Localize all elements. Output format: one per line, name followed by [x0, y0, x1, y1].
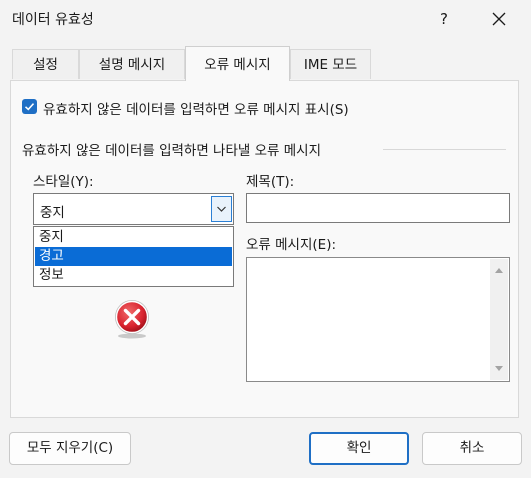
tab-settings[interactable]: 설정 [12, 49, 79, 79]
error-message-label: 오류 메시지(E): [246, 237, 337, 253]
show-error-label[interactable]: 유효하지 않은 데이터를 입력하면 오류 메시지 표시(S) [43, 98, 349, 118]
help-button[interactable]: ? [433, 8, 455, 30]
style-select-value: 중지 [40, 205, 65, 221]
chevron-down-icon [217, 206, 226, 212]
group-divider [383, 149, 506, 150]
checkmark-icon [24, 103, 35, 111]
scroll-up-icon[interactable] [494, 266, 504, 274]
group-label: 유효하지 않은 데이터를 입력하면 나타낼 오류 메시지 [22, 143, 321, 159]
close-button[interactable] [488, 8, 510, 30]
tab-error-alert[interactable]: 오류 메시지 [185, 46, 290, 81]
tab-input-message[interactable]: 설명 메시지 [79, 49, 185, 79]
style-dropdown-button[interactable] [211, 196, 232, 222]
show-error-checkbox[interactable] [22, 99, 37, 114]
stop-error-icon [112, 297, 152, 339]
close-icon [492, 12, 506, 26]
cancel-button[interactable]: 취소 [422, 432, 522, 465]
error-message-textarea[interactable] [246, 257, 510, 382]
title-input[interactable] [246, 193, 510, 223]
style-option-information[interactable]: 정보 [35, 266, 232, 285]
title-label: 제목(T): [246, 174, 295, 190]
title-bar: 데이터 유효성 ? [0, 0, 531, 40]
message-scrollbar[interactable] [490, 259, 508, 380]
style-label: 스타일(Y): [33, 174, 94, 190]
ok-button[interactable]: 확인 [309, 432, 409, 465]
style-option-warning[interactable]: 경고 [35, 247, 232, 266]
style-dropdown-list: 중지 경고 정보 [33, 226, 234, 287]
style-select[interactable]: 중지 [33, 193, 234, 225]
scroll-down-icon[interactable] [494, 365, 504, 373]
dialog-title: 데이터 유효성 [12, 12, 94, 28]
clear-all-button[interactable]: 모두 지우기(C) [9, 432, 131, 465]
style-option-stop[interactable]: 중지 [35, 228, 232, 247]
tab-ime-mode[interactable]: IME 모드 [290, 49, 371, 79]
